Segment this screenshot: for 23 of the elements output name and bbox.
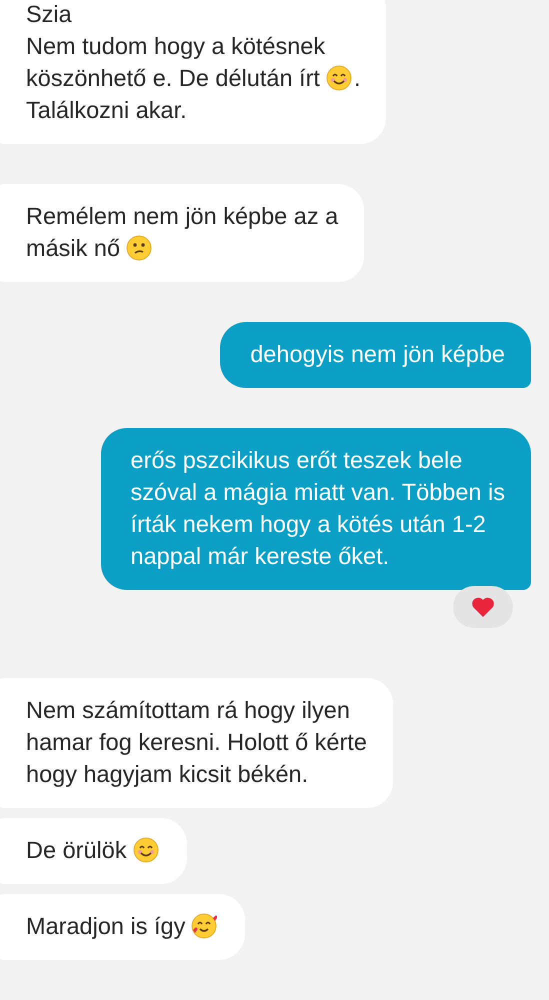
confused-face-icon xyxy=(126,235,152,261)
smiling-face-icon xyxy=(132,837,159,863)
heart-icon xyxy=(471,596,495,618)
message-text: dehogyis nem jön képbe xyxy=(250,340,505,369)
message-text: erős pszcikikus erőt teszek bele xyxy=(130,446,462,475)
message-text: Remélem nem jön képbe az a xyxy=(26,202,338,231)
message-text: . xyxy=(354,64,360,93)
message-text: hamar fog keresni. Holott ő kérte xyxy=(26,728,367,757)
reaction-badge[interactable] xyxy=(453,586,513,628)
message-text: De örülök xyxy=(26,836,127,865)
message-text: köszönhető e. De délután írt xyxy=(26,64,320,93)
message-text: másik nő xyxy=(26,234,120,263)
message-text: nappal már kereste őket. xyxy=(130,542,390,571)
message-text: hogy hagyjam kicsit békén. xyxy=(26,760,308,789)
message-text: Találkozni akar. xyxy=(26,96,187,125)
message-text: Maradjon is így xyxy=(26,912,186,941)
message-text: szóval a mágia miatt van. Többen is xyxy=(130,478,505,507)
message-text: Nem számítottam rá hogy ilyen xyxy=(26,696,350,725)
message-text: Szia xyxy=(26,0,72,29)
face-with-hearts-icon xyxy=(191,913,218,939)
message-text: Nem tudom hogy a kötésnek xyxy=(26,32,326,61)
message-text: írták nekem hogy a kötés után 1-2 xyxy=(130,510,486,539)
smiling-face-icon xyxy=(326,65,352,91)
